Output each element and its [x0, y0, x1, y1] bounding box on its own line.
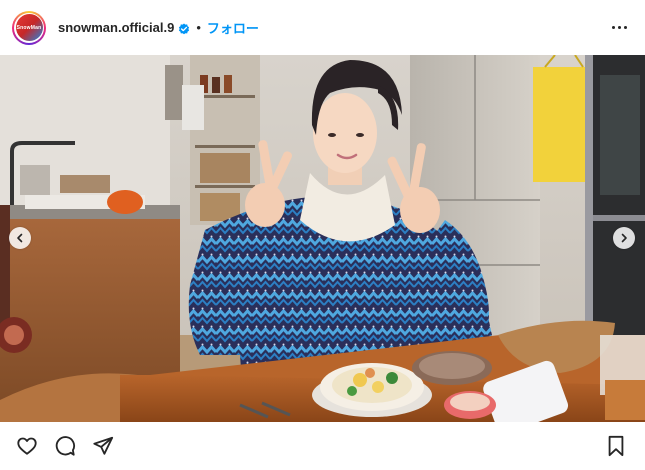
avatar-border: SnowMan [14, 12, 44, 43]
follow-button[interactable]: フォロー [207, 18, 259, 37]
post-header: SnowMan snowman.official.9 • フォロー [0, 0, 645, 55]
post-actions [0, 422, 645, 470]
separator-dot: • [196, 20, 201, 35]
instagram-post: SnowMan snowman.official.9 • フォロー [0, 0, 645, 470]
previous-image-button[interactable] [9, 227, 31, 249]
post-image[interactable] [0, 55, 645, 422]
heart-icon[interactable] [14, 433, 40, 459]
bookmark-icon[interactable] [603, 433, 629, 459]
next-image-button[interactable] [613, 227, 635, 249]
verified-badge-icon [178, 22, 190, 34]
account-logo: SnowMan [15, 14, 43, 41]
post-photo-illustration [0, 55, 645, 422]
avatar-logo-text: SnowMan [16, 24, 42, 31]
more-options-icon[interactable] [612, 26, 627, 29]
avatar[interactable]: SnowMan [12, 10, 46, 45]
account-username[interactable]: snowman.official.9 [58, 20, 174, 35]
chevron-right-icon [621, 233, 627, 243]
comment-icon[interactable] [52, 433, 78, 459]
chevron-left-icon [17, 233, 23, 243]
send-icon[interactable] [90, 433, 116, 459]
